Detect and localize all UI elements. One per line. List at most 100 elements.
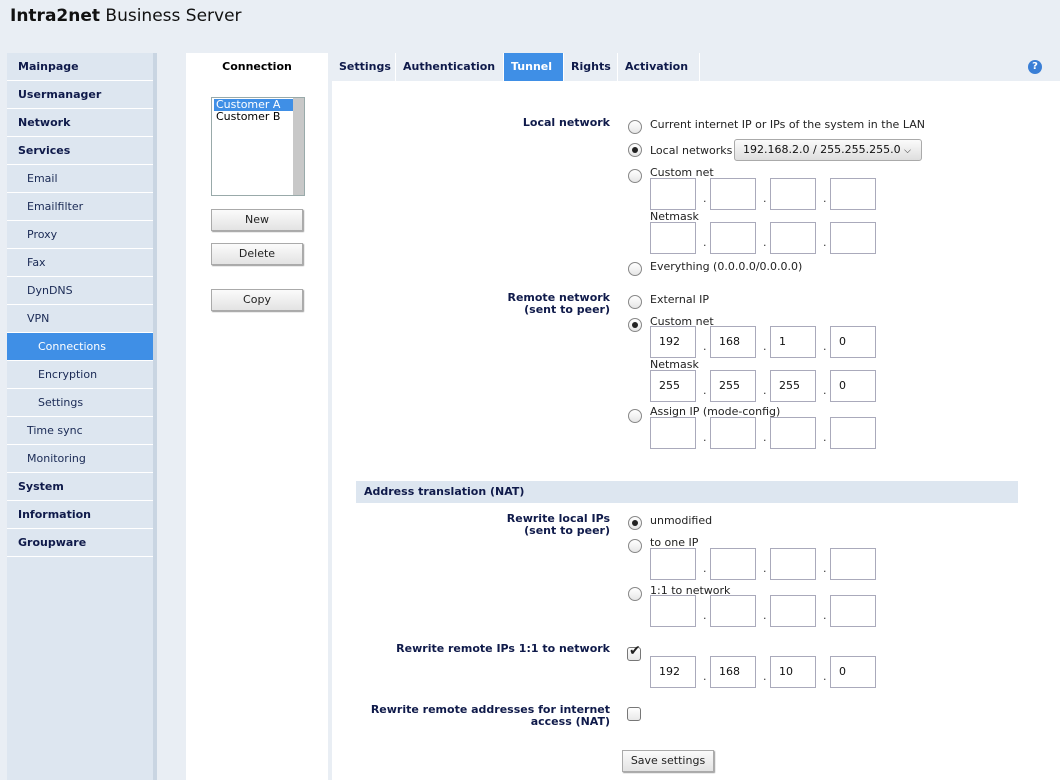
assign-ip-octet-3[interactable] (770, 417, 816, 449)
sidebar-item-services[interactable]: Services (7, 137, 153, 165)
radio-local-custom-net[interactable] (628, 169, 642, 183)
remote-external-ip-label: External IP (650, 293, 710, 306)
list-scrollbar[interactable] (293, 98, 304, 195)
local-networks-label: Local networks (650, 144, 733, 157)
ip-dot: . (763, 340, 767, 353)
tab-settings[interactable]: Settings (332, 53, 396, 81)
ip-dot: . (703, 670, 707, 683)
ip-dot: . (763, 670, 767, 683)
rewrite-remote-octet-3[interactable]: 10 (770, 656, 816, 688)
sidebar-item-vpn[interactable]: VPN (7, 305, 153, 333)
ip-dot: . (703, 384, 707, 397)
save-settings-button[interactable]: Save settings (622, 750, 714, 772)
nat-net-octet-1[interactable] (650, 595, 696, 627)
tab-tunnel[interactable]: Tunnel (504, 53, 564, 81)
assign-ip-octet-2[interactable] (710, 417, 756, 449)
remote-net-octet-4[interactable]: 0 (830, 326, 876, 358)
remote-net-octet-1[interactable]: 192 (650, 326, 696, 358)
rewrite-remote-octet-1[interactable]: 192 (650, 656, 696, 688)
radio-remote-external-ip[interactable] (628, 295, 642, 309)
chevron-down-icon: ⌵ (904, 146, 911, 156)
sidebar-item-time-sync[interactable]: Time sync (7, 417, 153, 445)
remote-mask-octet-4[interactable]: 0 (830, 370, 876, 402)
ip-dot: . (823, 236, 827, 249)
sidebar-item-fax[interactable]: Fax (7, 249, 153, 277)
remote-net-octet-2[interactable]: 168 (710, 326, 756, 358)
local-mask-octet-1[interactable] (650, 222, 696, 254)
brand-rest: Business Server (100, 6, 242, 26)
sidebar-item-groupware[interactable]: Groupware (7, 529, 153, 557)
sidebar-item-network[interactable]: Network (7, 109, 153, 137)
sidebar-item-settings[interactable]: Settings (7, 389, 153, 417)
sidebar-item-monitoring[interactable]: Monitoring (7, 445, 153, 473)
radio-remote-custom-net[interactable] (628, 318, 642, 332)
local-network-label: Local network (522, 116, 610, 129)
sidebar-item-connections[interactable]: Connections (7, 333, 153, 361)
sidebar-item-usermanager[interactable]: Usermanager (7, 81, 153, 109)
sidebar-item-information[interactable]: Information (7, 501, 153, 529)
one-ip-octet-1[interactable] (650, 548, 696, 580)
radio-nat-network[interactable] (628, 587, 642, 601)
sidebar-item-system[interactable]: System (7, 473, 153, 501)
sidebar-item-emailfilter[interactable]: Emailfilter (7, 193, 153, 221)
assign-ip-octet-4[interactable] (830, 417, 876, 449)
help-icon[interactable]: ? (1028, 60, 1042, 74)
delete-button[interactable]: Delete (211, 243, 303, 265)
ip-dot: . (703, 431, 707, 444)
radio-nat-unmodified[interactable] (628, 516, 642, 530)
tab-rights[interactable]: Rights (564, 53, 618, 81)
one-ip-octet-3[interactable] (770, 548, 816, 580)
ip-dot: . (703, 192, 707, 205)
ip-dot: . (763, 609, 767, 622)
new-button[interactable]: New (211, 209, 303, 231)
rewrite-internet-checkbox[interactable] (627, 707, 641, 721)
local-networks-select[interactable]: 192.168.2.0 / 255.255.255.0 ⌵ (734, 139, 922, 161)
remote-network-sublabel: (sent to peer) (524, 303, 610, 316)
sidebar-item-encryption[interactable]: Encryption (7, 361, 153, 389)
local-net-octet-3[interactable] (770, 178, 816, 210)
ip-dot: . (763, 384, 767, 397)
nat-section-header: Address translation (NAT) (356, 481, 1018, 503)
remote-net-octet-3[interactable]: 1 (770, 326, 816, 358)
local-net-octet-2[interactable] (710, 178, 756, 210)
rewrite-remote-checkbox[interactable] (627, 644, 641, 661)
nat-unmodified-label: unmodified (650, 514, 713, 527)
nat-net-octet-3[interactable] (770, 595, 816, 627)
rewrite-remote-octet-2[interactable]: 168 (710, 656, 756, 688)
ip-dot: . (823, 192, 827, 205)
tab-bar: Settings Authentication Tunnel Rights Ac… (332, 53, 1060, 81)
one-ip-octet-2[interactable] (710, 548, 756, 580)
copy-button[interactable]: Copy (211, 289, 303, 311)
tab-activation[interactable]: Activation (618, 53, 700, 81)
sidebar-item-proxy[interactable]: Proxy (7, 221, 153, 249)
sidebar-item-mainpage[interactable]: Mainpage (7, 53, 153, 81)
radio-local-everything[interactable] (628, 262, 642, 276)
ip-dot: . (763, 562, 767, 575)
radio-nat-one-ip[interactable] (628, 539, 642, 553)
ip-dot: . (703, 340, 707, 353)
local-mask-octet-3[interactable] (770, 222, 816, 254)
radio-local-networks[interactable] (628, 143, 642, 157)
rewrite-remote-octet-4[interactable]: 0 (830, 656, 876, 688)
radio-remote-assign-ip[interactable] (628, 409, 642, 423)
connection-item-customer-b[interactable]: Customer B (214, 111, 293, 123)
ip-dot: . (703, 236, 707, 249)
sidebar-item-email[interactable]: Email (7, 165, 153, 193)
local-mask-octet-2[interactable] (710, 222, 756, 254)
connection-list[interactable]: Customer A Customer B (211, 97, 305, 196)
ip-dot: . (823, 384, 827, 397)
local-net-octet-1[interactable] (650, 178, 696, 210)
remote-mask-octet-1[interactable]: 255 (650, 370, 696, 402)
local-everything-label: Everything (0.0.0.0/0.0.0.0) (650, 260, 803, 273)
local-net-octet-4[interactable] (830, 178, 876, 210)
remote-mask-octet-2[interactable]: 255 (710, 370, 756, 402)
sidebar-item-dyndns[interactable]: DynDNS (7, 277, 153, 305)
nat-net-octet-2[interactable] (710, 595, 756, 627)
radio-local-current-ip[interactable] (628, 120, 642, 134)
tab-authentication[interactable]: Authentication (396, 53, 504, 81)
nat-net-octet-4[interactable] (830, 595, 876, 627)
one-ip-octet-4[interactable] (830, 548, 876, 580)
local-mask-octet-4[interactable] (830, 222, 876, 254)
assign-ip-octet-1[interactable] (650, 417, 696, 449)
remote-mask-octet-3[interactable]: 255 (770, 370, 816, 402)
